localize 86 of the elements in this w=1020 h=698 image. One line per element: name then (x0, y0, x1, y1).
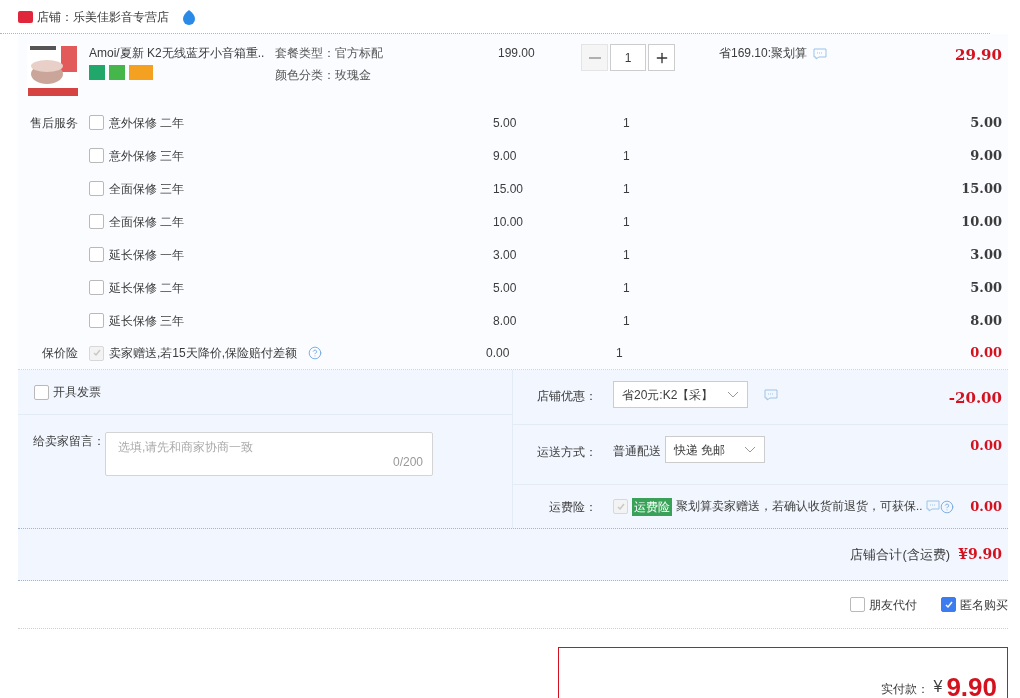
quantity-field[interactable]: 1 (610, 44, 646, 71)
minus-icon (588, 56, 601, 59)
currency-symbol: ¥ (933, 677, 943, 697)
check-icon (943, 599, 954, 610)
service-quantity: 1 (623, 279, 631, 297)
service-total: 9.00 (970, 146, 1003, 165)
service-name[interactable]: 意外保修 三年 (109, 146, 493, 165)
service-total: 3.00 (970, 245, 1003, 264)
subtotal-label: 店铺合计(含运费) (850, 545, 951, 564)
service-price: 8.00 (493, 312, 518, 330)
shop-discount-label: 店铺优惠： (537, 388, 598, 405)
checkbox[interactable] (89, 313, 104, 328)
payment-label: 实付款： (881, 681, 930, 698)
spec-text: 颜色分类：玫瑰金 (275, 67, 372, 84)
checkbox[interactable] (34, 384, 49, 400)
check-icon (91, 348, 102, 358)
service-total: 5.00 (970, 113, 1003, 132)
price-protection-text: 卖家赠送,若15天降价,保险赔付差额 (109, 345, 297, 362)
checkbox[interactable] (89, 181, 104, 196)
help-icon[interactable] (940, 499, 955, 514)
service-quantity: 1 (623, 180, 631, 198)
service-price: 10.00 (493, 213, 525, 231)
option-label[interactable]: 匿名购买 (960, 595, 1008, 614)
service-name[interactable]: 意外保修 二年 (109, 113, 493, 132)
shipping-dropdown[interactable]: 快递 免邮 (665, 436, 765, 463)
service-price: 5.00 (493, 114, 518, 132)
checkbox[interactable] (89, 247, 104, 262)
freight-insurance-amount: 0.00 (970, 497, 1003, 516)
invoice-label[interactable]: 开具发票 (53, 383, 101, 401)
caret-icon (727, 390, 739, 399)
checkbox[interactable] (89, 214, 104, 229)
service-price: 9.00 (493, 147, 518, 165)
shipping-method: 普通配送 (613, 443, 661, 460)
price-protection-price: 0.00 (486, 345, 511, 362)
checkbox[interactable] (89, 148, 104, 163)
service-quantity: 1 (623, 114, 631, 132)
store-name[interactable]: 店铺：乐美佳影音专营店 (37, 7, 169, 26)
service-price: 3.00 (493, 246, 518, 264)
subtotal-amount: ¥9.90 (958, 545, 1002, 564)
freight-insurance-tag: 运费险 (632, 497, 672, 516)
product-title[interactable]: Amoi/夏新 K2无线蓝牙小音箱重.. (89, 44, 273, 62)
price-protection-total: 0.00 (970, 344, 1003, 363)
unit-price: 199.00 (497, 45, 536, 62)
service-label: 售后服务 (30, 115, 78, 130)
shipping-label: 运送方式： (537, 444, 598, 461)
chat-icon[interactable] (764, 389, 778, 401)
service-price: 15.00 (493, 180, 525, 198)
service-quantity: 1 (623, 213, 631, 231)
checkbox[interactable] (850, 597, 865, 612)
decrease-button[interactable] (581, 44, 608, 71)
service-name[interactable]: 延长保修 一年 (109, 245, 493, 264)
spec-text: 套餐类型：官方标配 (275, 45, 384, 62)
increase-button[interactable] (648, 44, 675, 71)
item-total: 29.90 (954, 45, 1003, 66)
chat-icon[interactable] (926, 499, 941, 512)
service-total: 5.00 (970, 278, 1003, 297)
help-icon[interactable] (308, 346, 322, 360)
service-quantity: 1 (623, 312, 631, 330)
price-protection-label: 保价险 (42, 346, 78, 360)
service-quantity: 1 (623, 147, 631, 165)
shipping-amount: 0.00 (970, 437, 1003, 455)
service-price: 5.00 (493, 279, 518, 297)
service-total: 8.00 (970, 311, 1003, 330)
price-protection-quantity: 1 (616, 345, 624, 362)
service-name[interactable]: 全面保修 二年 (109, 212, 493, 231)
chat-icon[interactable] (813, 48, 828, 60)
payment-amount: 9.90 (946, 674, 997, 698)
checkbox[interactable] (941, 597, 956, 612)
caret-icon (744, 445, 756, 454)
store-logo-icon (18, 10, 33, 23)
freight-insurance-text: 聚划算卖家赠送，若确认收货前退货，可获保.. (676, 498, 923, 514)
service-total: 10.00 (961, 212, 1003, 231)
service-quantity: 1 (623, 246, 631, 264)
promo-text: 省169.10:聚划算 (719, 45, 808, 62)
service-name[interactable]: 全面保修 三年 (109, 179, 493, 198)
service-total: 15.00 (961, 179, 1003, 198)
shop-discount-amount: -20.00 (948, 388, 1003, 409)
freight-insurance-label: 运费险： (549, 498, 598, 516)
discount-dropdown[interactable]: 省20元:K2【采】 (613, 381, 748, 408)
checkbox[interactable] (89, 115, 104, 130)
check-icon (615, 501, 626, 512)
service-name[interactable]: 延长保修 三年 (109, 311, 493, 330)
service-name[interactable]: 延长保修 二年 (109, 278, 493, 297)
checkbox[interactable] (89, 280, 104, 295)
option-label[interactable]: 朋友代付 (869, 595, 917, 614)
message-label: 给卖家留言： (33, 433, 105, 450)
